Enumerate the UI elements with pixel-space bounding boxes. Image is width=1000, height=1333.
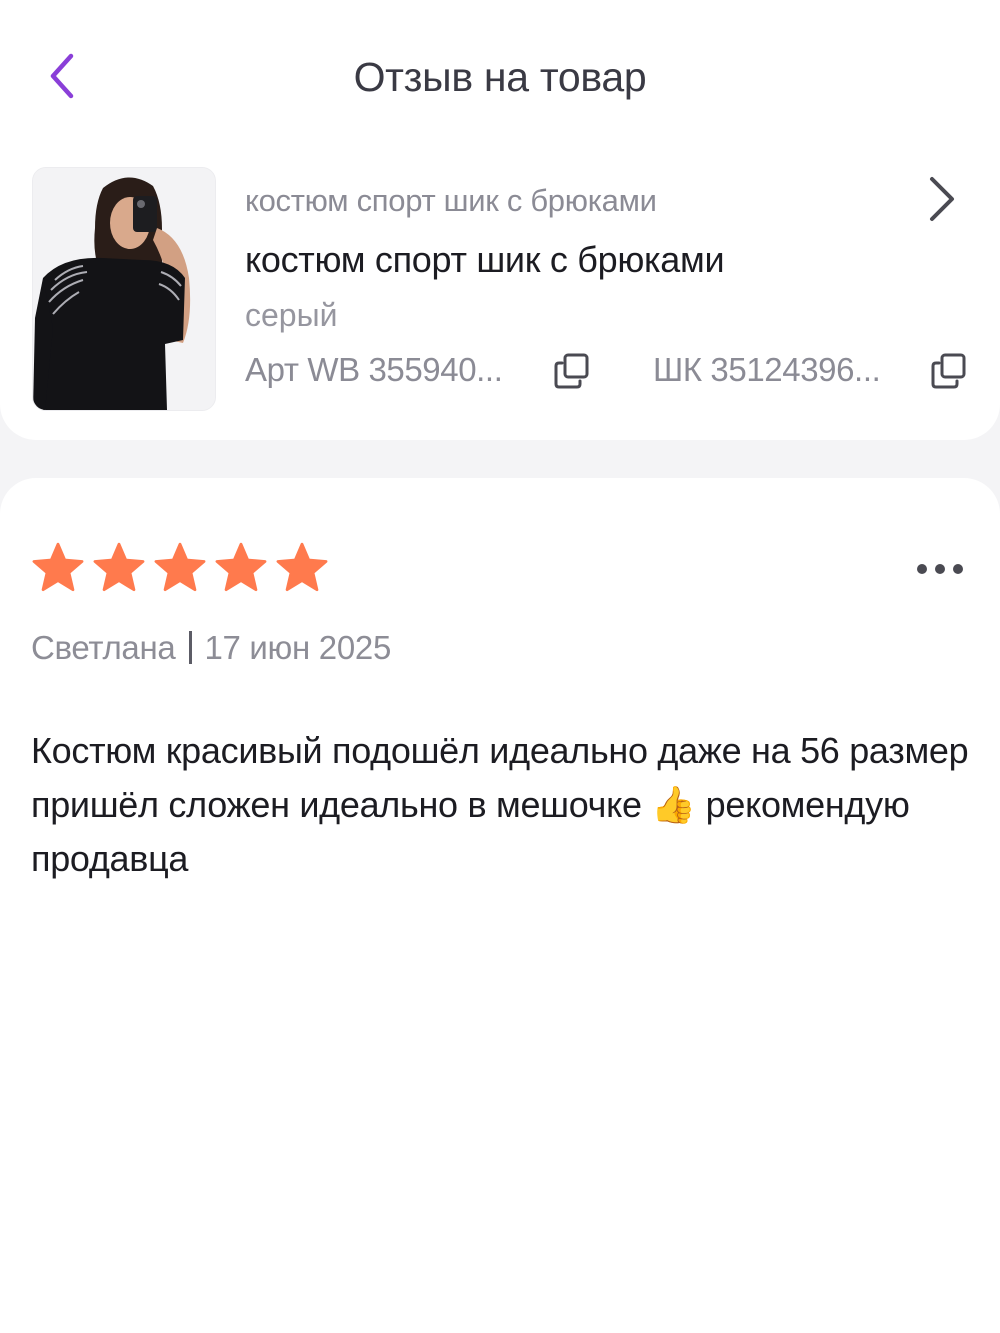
open-product-button[interactable] bbox=[920, 175, 960, 223]
star-icon bbox=[215, 542, 267, 592]
product-codes: Арт WB 355940... ШК 35124396... bbox=[245, 348, 985, 392]
review-card: Светлана 17 июн 2025 Костюм красивый подо… bbox=[0, 478, 1000, 1333]
copy-article-button[interactable] bbox=[553, 352, 591, 390]
more-horizontal-icon bbox=[917, 564, 963, 574]
review-text: Костюм красивый подошёл идеально даже на… bbox=[31, 730, 969, 879]
barcode-number: ШК 35124396... bbox=[653, 351, 881, 388]
review-meta: Светлана 17 июн 2025 bbox=[31, 626, 391, 670]
rating-stars bbox=[30, 540, 335, 596]
product-photo bbox=[33, 168, 215, 410]
header-bar: Отзыв на товар bbox=[0, 0, 1000, 135]
more-options-button[interactable] bbox=[910, 554, 970, 584]
star-icon bbox=[154, 542, 206, 592]
product-codes-wrapper: Арт WB 355940... ШК 35124396... bbox=[245, 181, 985, 396]
review-date: 17 июн 2025 bbox=[204, 629, 392, 666]
star-icon bbox=[32, 542, 84, 592]
page-title: Отзыв на товар bbox=[353, 54, 647, 100]
star-icon bbox=[93, 542, 145, 592]
copy-icon bbox=[554, 353, 589, 389]
article-number: Арт WB 355940... bbox=[245, 351, 503, 388]
star-icon bbox=[276, 542, 328, 592]
copy-barcode-button[interactable] bbox=[930, 352, 968, 390]
copy-icon bbox=[931, 353, 966, 389]
product-card[interactable]: костюм спорт шик с брюками костюм спорт … bbox=[0, 135, 1000, 440]
chevron-right-icon bbox=[930, 177, 954, 221]
product-image[interactable] bbox=[32, 167, 216, 411]
meta-separator bbox=[189, 631, 193, 664]
review-author: Светлана bbox=[31, 629, 176, 666]
